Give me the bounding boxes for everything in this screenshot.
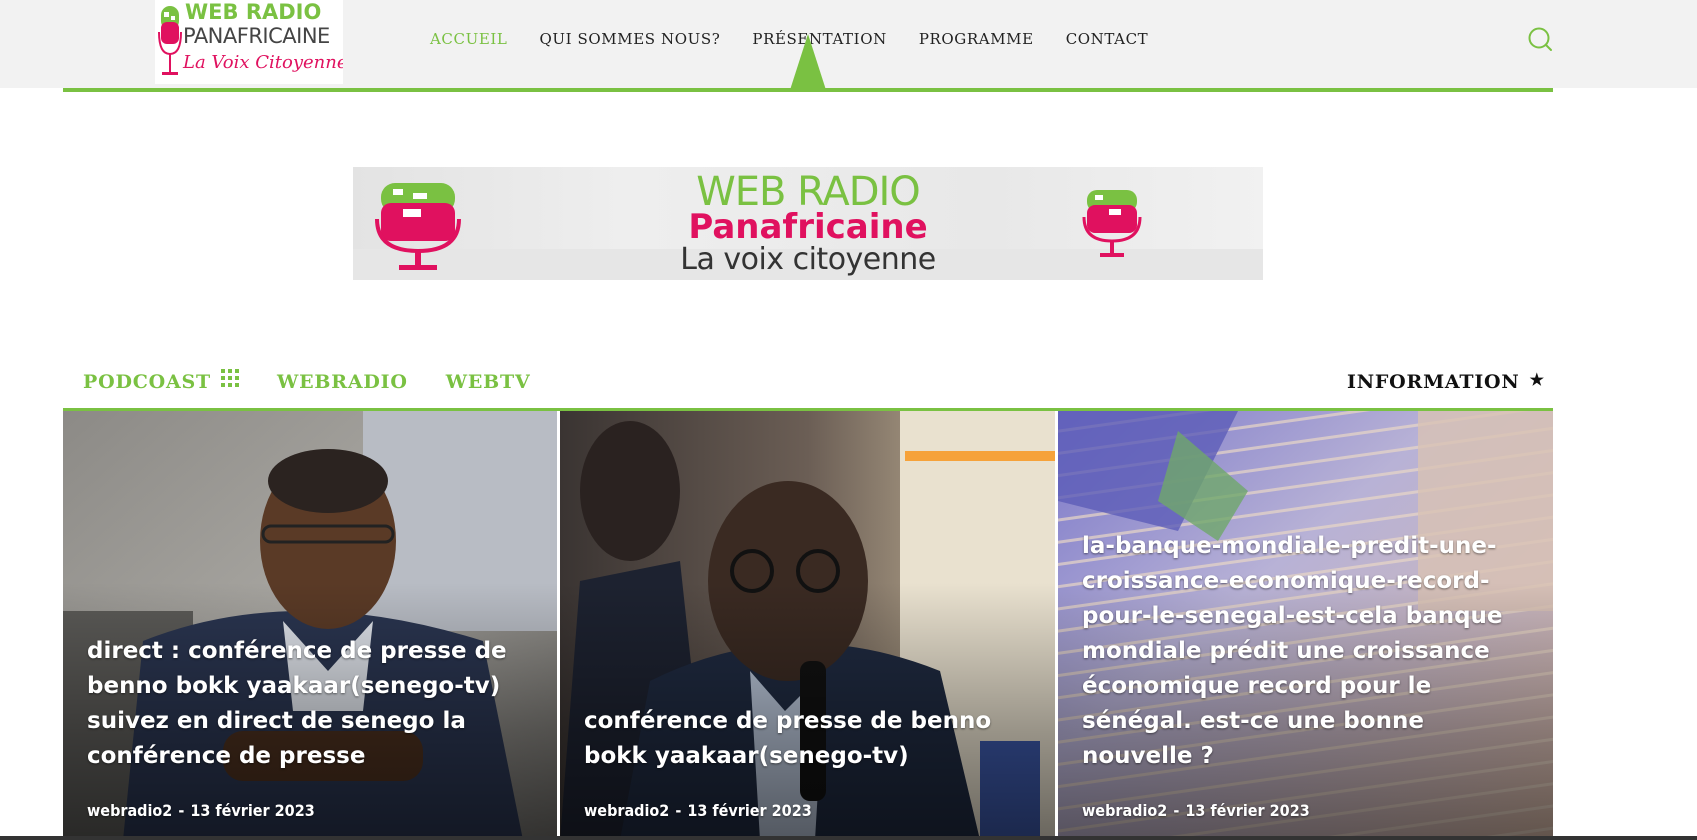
article-card-1[interactable]: direct : conférence de presse de benno b… [63, 411, 557, 840]
article-meta: webradio2-13 février 2023 [584, 801, 812, 820]
nav-hover-pointer [790, 34, 826, 90]
category-tabs: PODCOAST WEBRADIO WEBTV [83, 369, 569, 393]
article-author[interactable]: webradio2 [87, 801, 172, 820]
tab-label: PODCOAST [83, 371, 211, 393]
article-date: 13 février 2023 [1185, 801, 1310, 820]
nav-item-programme[interactable]: PROGRAMME [919, 30, 1034, 48]
card-overlay [63, 411, 557, 840]
site-header: WEB RADIO PANAFRICAINE La Voix Citoyenne… [0, 0, 1697, 90]
logo-tagline: La Voix Citoyenne [183, 52, 343, 73]
article-meta: webradio2-13 février 2023 [1082, 801, 1310, 820]
article-card-3[interactable]: la-banque-mondiale-predit-une-croissance… [1058, 411, 1553, 840]
page-bottom-edge [0, 836, 1697, 840]
site-logo[interactable]: WEB RADIO PANAFRICAINE La Voix Citoyenne [155, 0, 343, 84]
nav-item-accueil[interactable]: ACCUEIL [430, 30, 507, 48]
search-icon[interactable] [1526, 26, 1554, 54]
nav-item-contact[interactable]: CONTACT [1066, 30, 1149, 48]
tab-podcoast[interactable]: PODCOAST [83, 369, 239, 393]
article-title[interactable]: la-banque-mondiale-predit-une-croissance… [1082, 529, 1539, 774]
article-title[interactable]: direct : conférence de presse de benno b… [87, 634, 543, 774]
microphone-icon [158, 6, 182, 75]
article-date: 13 février 2023 [190, 801, 315, 820]
article-date: 13 février 2023 [687, 801, 812, 820]
article-author[interactable]: webradio2 [584, 801, 669, 820]
card-overlay [560, 411, 1055, 840]
grid-icon [221, 369, 239, 387]
tab-webradio[interactable]: WEBRADIO [277, 371, 408, 393]
article-title[interactable]: conférence de presse de benno bokk yaaka… [584, 704, 1041, 774]
tab-webtv[interactable]: WEBTV [446, 371, 531, 393]
logo-line-2: PANAFRICAINE [183, 24, 330, 48]
tab-information-label: INFORMATION [1347, 371, 1520, 393]
banner-ad[interactable]: WEB RADIO Panafricaine La voix citoyenne [353, 167, 1263, 280]
article-author[interactable]: webradio2 [1082, 801, 1167, 820]
header-divider [63, 88, 1553, 92]
microphone-icon [1082, 190, 1142, 257]
article-card-2[interactable]: conférence de presse de benno bokk yaaka… [560, 411, 1055, 840]
nav-item-qui-sommes-nous[interactable]: QUI SOMMES NOUS? [539, 30, 720, 48]
logo-line-1: WEB RADIO [185, 0, 322, 24]
article-meta: webradio2-13 février 2023 [87, 801, 315, 820]
tab-information[interactable]: INFORMATION ★ [1347, 369, 1545, 394]
star-icon: ★ [1529, 369, 1545, 389]
